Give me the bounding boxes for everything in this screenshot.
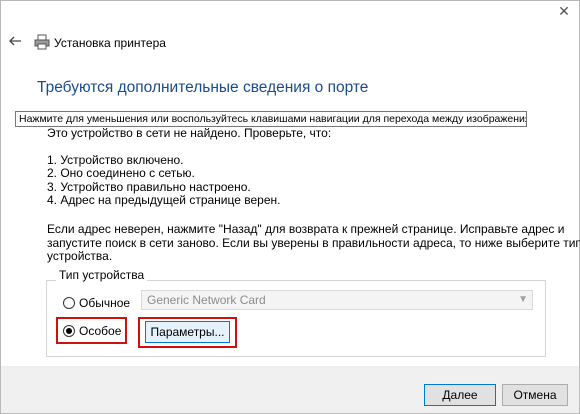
page-title: Требуются дополнительные сведения о порт…	[37, 79, 369, 96]
standard-radio[interactable]	[63, 297, 75, 309]
standard-radio-label[interactable]: Обычное	[79, 296, 130, 310]
back-arrow-icon[interactable]	[8, 34, 22, 48]
intro-text: Это устройство в сети не найдено. Провер…	[47, 126, 332, 140]
radio-selected-dot	[66, 328, 72, 334]
checklist-item: 2. Оно соединено с сетью.	[47, 166, 195, 180]
device-combo-value: Generic Network Card	[147, 293, 266, 307]
printer-icon	[34, 34, 50, 50]
explanation-line: Если адрес неверен, нажмите "Назад" для …	[47, 222, 565, 236]
custom-radio-label[interactable]: Особое	[79, 324, 121, 338]
window-title: Установка принтера	[54, 36, 166, 50]
close-icon[interactable]: ✕	[556, 3, 572, 19]
cancel-button[interactable]: Отмена	[502, 384, 568, 406]
explanation-line: устройства.	[47, 249, 113, 263]
checklist-item: 3. Устройство правильно настроено.	[47, 180, 251, 194]
explanation-line: запустите поиск в сети заново. Если вы у…	[47, 236, 580, 250]
image-viewer-tooltip: Нажмите для уменьшения или воспользуйтес…	[15, 111, 527, 127]
device-combo-box[interactable]: Generic Network Card ▼	[141, 290, 533, 310]
custom-radio[interactable]	[63, 325, 75, 337]
chevron-down-icon[interactable]: ▼	[518, 291, 528, 309]
checklist-item: 1. Устройство включено.	[47, 153, 184, 167]
device-type-legend: Тип устройства	[56, 268, 148, 282]
next-button[interactable]: Далее	[424, 384, 496, 406]
checklist-item: 4. Адрес на предыдущей странице верен.	[47, 193, 281, 207]
parameters-button[interactable]: Параметры...	[145, 321, 230, 343]
